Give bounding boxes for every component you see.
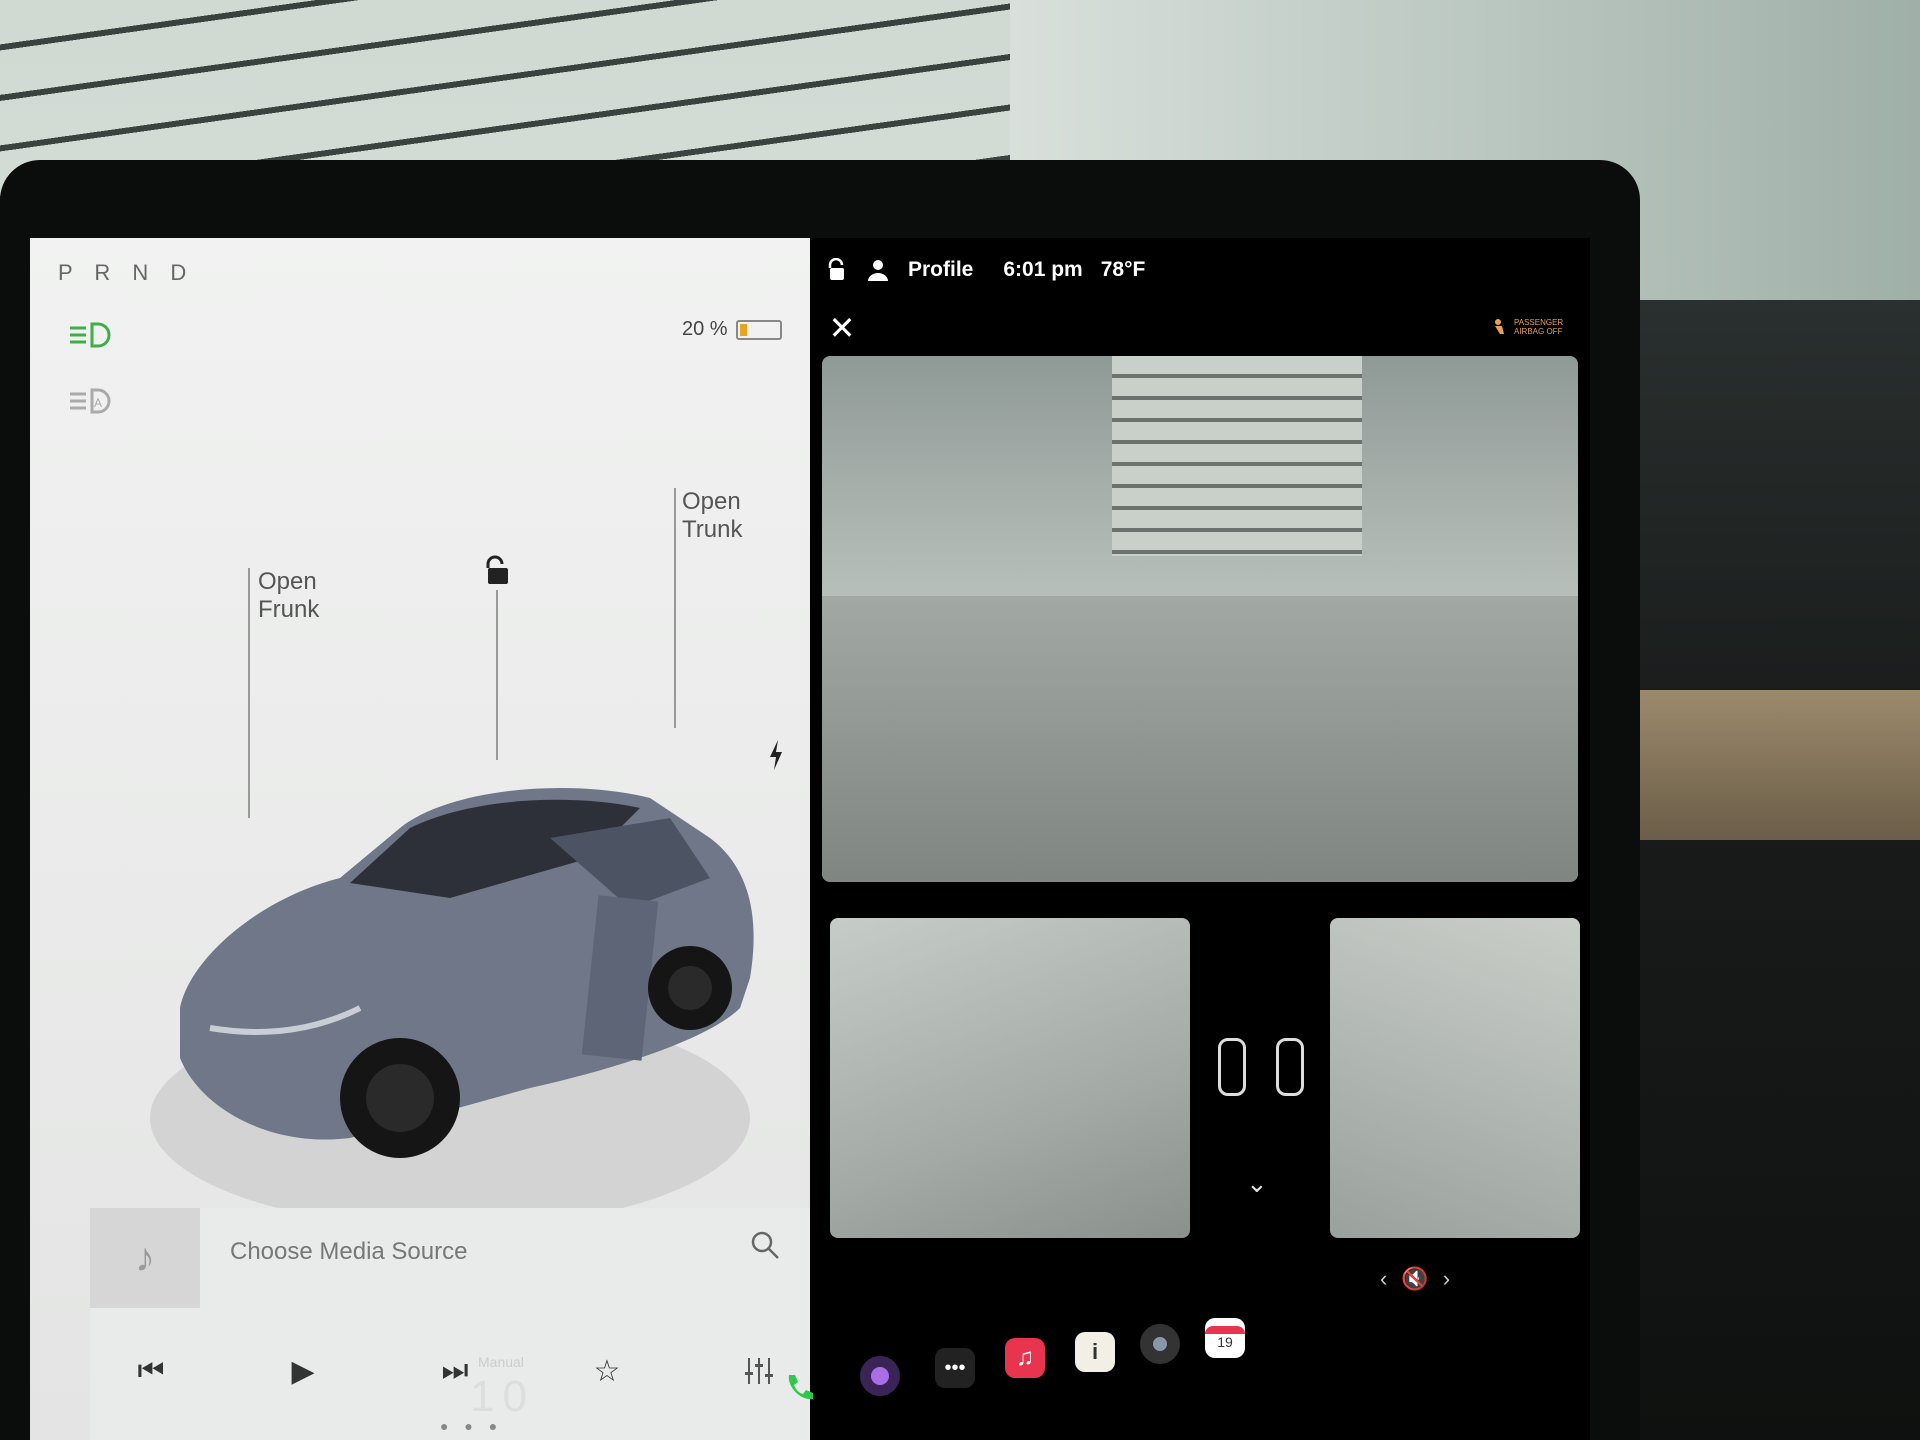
chevron-left-icon[interactable]: ‹: [1380, 1266, 1387, 1292]
car-panel: P R N D A 20 % Open Frunk Open Trunk ♪ C…: [30, 238, 810, 1440]
volume-control: ‹ 🔇 ›: [1380, 1266, 1450, 1292]
left-car-sensor-icon: [1218, 1038, 1246, 1096]
profile-label[interactable]: Profile: [908, 258, 973, 282]
svg-text:A: A: [94, 396, 102, 410]
battery-indicator: 20 %: [682, 318, 782, 341]
airbag-label-line1: PASSENGER: [1514, 318, 1564, 327]
lock-status-icon[interactable]: [826, 258, 848, 282]
chevron-down-icon[interactable]: ⌄: [1246, 1168, 1268, 1199]
clock: 6:01 pm: [1003, 258, 1083, 281]
open-trunk-button[interactable]: Open Trunk: [682, 488, 742, 544]
calendar-icon[interactable]: 19: [1205, 1318, 1245, 1358]
airbag-label-line2: AIRBAG OFF: [1514, 327, 1563, 336]
mute-icon[interactable]: 🔇: [1401, 1266, 1428, 1292]
rear-camera-view: [822, 356, 1578, 882]
outside-temperature: 78°F: [1100, 258, 1146, 281]
floor-feed: [822, 596, 1578, 882]
passenger-airbag-status: PASSENGER AIRBAG OFF: [1492, 318, 1563, 336]
gear-selector: P R N D: [58, 260, 195, 285]
music-note-icon: ♪: [90, 1208, 200, 1308]
battery-fill: [739, 323, 748, 336]
dashcam-icon[interactable]: [1140, 1324, 1180, 1364]
open-frunk-button[interactable]: Open Frunk: [258, 568, 319, 624]
vehicle-render: [150, 788, 754, 1228]
profile-icon[interactable]: [866, 258, 890, 282]
right-repeater-camera-view: [1330, 918, 1580, 1238]
garage-door-feed: [1112, 356, 1362, 556]
frunk-label-line1: Open: [258, 568, 317, 595]
close-camera-button[interactable]: ✕: [824, 310, 860, 346]
trunk-label-line2: Trunk: [682, 516, 743, 543]
taskbar: Manual 10 ••• ♫ i 19: [30, 1318, 1590, 1440]
left-repeater-camera-view: [830, 918, 1190, 1238]
status-bar: Profile 6:01 pm 78°F: [810, 238, 1590, 302]
camera-icon[interactable]: [860, 1356, 900, 1396]
phone-icon[interactable]: [780, 1368, 820, 1408]
music-icon[interactable]: ♫: [1005, 1338, 1045, 1378]
airbag-icon: [1495, 319, 1504, 334]
gear-mode-label: Manual: [478, 1354, 524, 1370]
battery-icon: [735, 319, 782, 340]
right-car-sensor-icon: [1276, 1038, 1304, 1096]
chevron-right-icon[interactable]: ›: [1443, 1266, 1450, 1292]
media-source-selector[interactable]: Choose Media Source: [230, 1238, 467, 1266]
search-icon[interactable]: [750, 1230, 780, 1260]
battery-percent: 20 %: [682, 318, 728, 340]
more-icon[interactable]: •••: [935, 1348, 975, 1388]
calendar-day: 19: [1217, 1334, 1233, 1350]
headlight-icon[interactable]: [66, 320, 114, 350]
frunk-label-line2: Frunk: [258, 596, 320, 623]
camera-panel: Profile 6:01 pm 78°F PASSENGER AIRBAG OF…: [810, 238, 1590, 1440]
gear-mode-value[interactable]: 10: [470, 1372, 535, 1422]
touchscreen: P R N D A 20 % Open Frunk Open Trunk ♪ C…: [30, 238, 1590, 1440]
trunk-label-line1: Open: [682, 488, 741, 515]
auto-headlight-icon[interactable]: A: [66, 386, 114, 416]
manual-icon[interactable]: i: [1075, 1332, 1115, 1372]
parking-sensor-panel: ⌄: [1190, 918, 1330, 1238]
unlock-icon[interactable]: [480, 554, 514, 588]
